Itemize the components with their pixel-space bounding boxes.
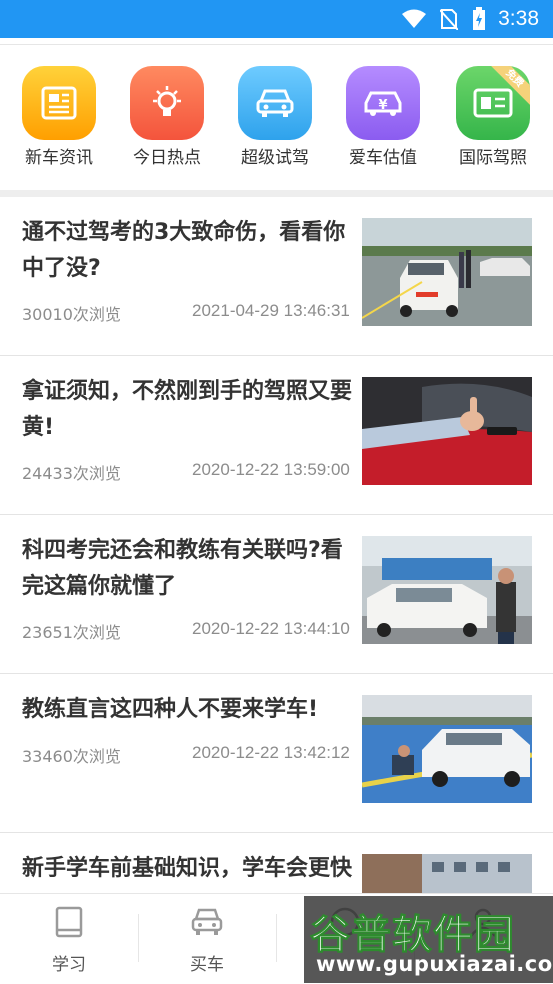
news-view-count: 23651次浏览 [22,623,121,642]
watermark-url: www.gupuxiazai.com [316,952,553,976]
news-thumbnail [362,218,532,326]
newspaper-icon [22,66,96,140]
news-title: 教练直言这四种人不要来学车! [22,697,319,722]
tab-study[interactable]: 学习 [0,894,138,984]
news-view-count: 33460次浏览 [22,747,121,766]
quick-link-label: 新车资讯 [25,148,93,168]
quick-link-label: 超级试驾 [241,148,309,168]
quick-link-today-hot[interactable]: 今日热点 [117,66,217,168]
news-title: 拿证须知，不然刚到手的驾照又要黄! [22,379,353,440]
quick-link-new-car-news[interactable]: 新车资讯 [9,66,109,168]
news-date: 2020-12-22 13:59:00 [192,460,350,479]
tab-buy-car[interactable]: 买车 [138,894,276,984]
wifi-icon [402,9,427,29]
battery-charging-icon [472,7,486,31]
book-icon [53,906,85,942]
quick-links-row: 新车资讯 今日热点 超级试驾 ¥ 爱车估值 免费 国际驾照 [0,44,553,190]
quick-link-label: 国际驾照 [459,148,527,168]
status-bar: 3:38 [0,0,553,38]
news-list: 通不过驾考的3大致命伤，看看你中了没? 30010次浏览 2021-04-29 … [0,197,553,893]
nav-label: 学习 [52,955,86,975]
news-item[interactable]: 拿证须知，不然刚到手的驾照又要黄! 24433次浏览 2020-12-22 13… [0,356,553,515]
status-time: 3:38 [498,7,539,30]
news-date: 2020-12-22 13:42:12 [192,743,350,762]
news-title: 科四考完还会和教练有关联吗?看完这篇你就懂了 [22,538,343,599]
car-outline-icon [190,906,224,942]
news-thumbnail [362,695,532,803]
news-thumbnail [362,854,532,893]
news-item[interactable]: 教练直言这四种人不要来学车! 33460次浏览 2020-12-22 13:42… [0,674,553,833]
car-icon [238,66,312,140]
license-icon: 免费 [456,66,530,140]
news-title: 新手学车前基础知识，学车会更快 [22,856,353,881]
svg-text:¥: ¥ [378,98,387,113]
quick-link-intl-license[interactable]: 免费 国际驾照 [443,66,543,168]
no-sim-icon [440,8,459,30]
lightbulb-icon [130,66,204,140]
quick-link-super-test-drive[interactable]: 超级试驾 [225,66,325,168]
quick-link-label: 爱车估值 [349,148,417,168]
news-title: 通不过驾考的3大致命伤，看看你中了没? [22,220,346,281]
quick-link-car-valuation[interactable]: ¥ 爱车估值 [333,66,433,168]
watermark: 谷普软件园 www.gupuxiazai.com [304,896,553,983]
news-item[interactable]: 通不过驾考的3大致命伤，看看你中了没? 30010次浏览 2021-04-29 … [0,197,553,356]
quick-link-label: 今日热点 [133,148,201,168]
car-price-icon: ¥ [346,66,420,140]
news-view-count: 30010次浏览 [22,305,121,324]
news-thumbnail [362,377,532,485]
nav-label: 买车 [190,955,224,975]
news-thumbnail [362,536,532,644]
news-item[interactable]: 科四考完还会和教练有关联吗?看完这篇你就懂了 23651次浏览 2020-12-… [0,515,553,674]
news-view-count: 24433次浏览 [22,464,121,483]
section-divider [0,190,553,197]
news-date: 2020-12-22 13:44:10 [192,619,350,638]
news-date: 2021-04-29 13:46:31 [192,301,350,320]
news-item[interactable]: 新手学车前基础知识，学车会更快 [0,833,553,893]
